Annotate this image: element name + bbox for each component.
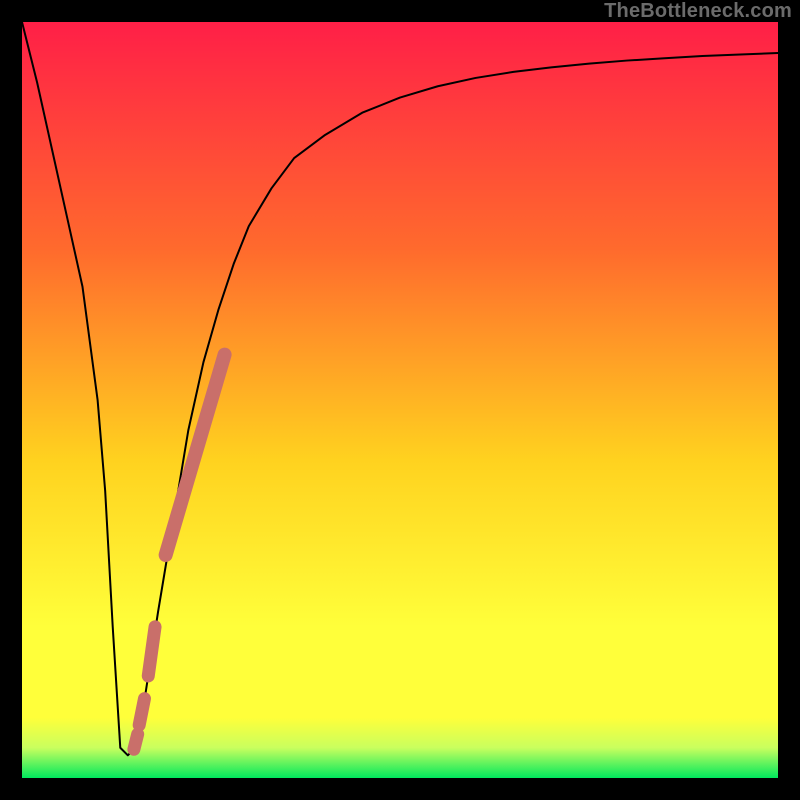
dash-segment — [148, 627, 155, 676]
chart-plot — [22, 22, 778, 778]
dash-segment — [134, 734, 138, 749]
watermark: TheBottleneck.com — [604, 0, 792, 23]
chart-frame: TheBottleneck.com — [0, 0, 800, 800]
gradient-bg — [22, 22, 778, 778]
dash-segment — [139, 699, 144, 725]
